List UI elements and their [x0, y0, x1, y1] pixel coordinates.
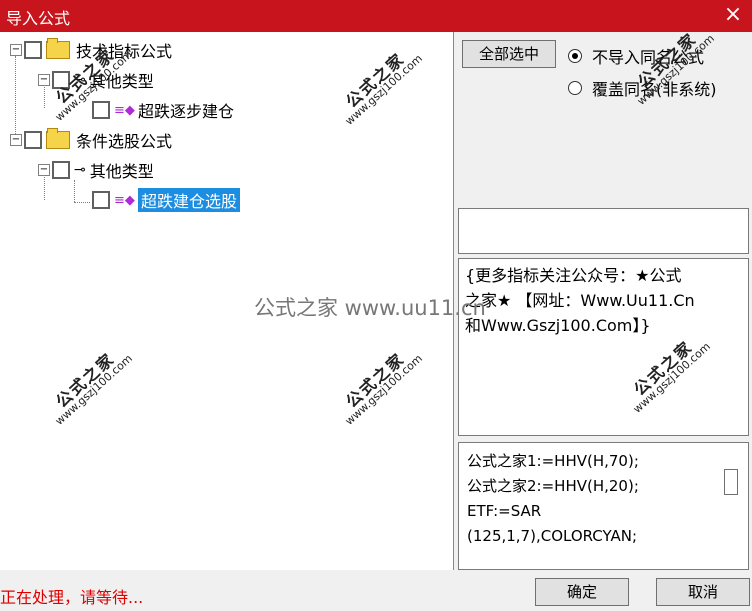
folder-icon: [46, 128, 70, 149]
cancel-button[interactable]: 取消: [656, 578, 750, 606]
tree-connector: [74, 180, 75, 202]
scrollbar-thumb[interactable]: [724, 469, 738, 495]
window-title: 导入公式: [6, 9, 71, 28]
empty-panel: [458, 208, 749, 254]
radio-label: 不导入同名公式: [592, 48, 705, 67]
radio-unselected-icon[interactable]: [568, 81, 582, 95]
tree-node-label: 其他类型: [89, 162, 154, 181]
collapse-icon[interactable]: −: [38, 74, 50, 86]
code-line: (125,1,7),COLORCYAN;: [467, 527, 638, 545]
code-line: ETF:=SAR: [467, 502, 542, 520]
tree-node-technical-indicators[interactable]: − 技术指标公式: [10, 38, 172, 62]
radio-no-import[interactable]: 不导入同名公式: [568, 44, 704, 68]
tree-connector: [74, 202, 90, 203]
checkbox[interactable]: [52, 71, 70, 89]
watermark: 公式之家 www.gszj100.com: [342, 349, 425, 428]
tree-node-label: 条件选股公式: [76, 132, 173, 151]
collapse-icon[interactable]: −: [10, 44, 22, 56]
checkbox[interactable]: [52, 161, 70, 179]
tree-node-stock-selection[interactable]: − 条件选股公式: [10, 128, 172, 152]
tree-node-other-types[interactable]: − ⊸ 其他类型: [38, 68, 154, 92]
status-text: 正在处理，请等待...: [0, 588, 144, 607]
formula-gem-icon: ≡◆: [114, 192, 135, 208]
collapse-icon[interactable]: −: [10, 134, 22, 146]
tree-node-label-selected: 超跌建仓选股: [138, 188, 241, 212]
tree-node-label: 超跌逐步建仓: [138, 102, 235, 121]
close-icon[interactable]: ×: [720, 2, 746, 28]
collapse-icon[interactable]: −: [38, 164, 50, 176]
checkbox[interactable]: [24, 131, 42, 149]
key-icon: ⊸: [74, 162, 86, 178]
description-line: {更多指标关注公众号：★公式: [465, 266, 682, 285]
ok-button[interactable]: 确定: [535, 578, 629, 606]
code-line: 公式之家1:=HHV(H,70);: [467, 452, 639, 470]
description-panel[interactable]: {更多指标关注公众号：★公式 之家★ 【网址：Www.Uu11.Cn 和Www.…: [458, 258, 749, 436]
description-line: 之家★ 【网址：Www.Uu11.Cn: [465, 291, 695, 310]
tree-node-label: 技术指标公式: [76, 42, 173, 61]
tree-leaf-chaodie-xuangu[interactable]: ≡◆ 超跌建仓选股: [92, 188, 241, 212]
radio-selected-icon[interactable]: [568, 49, 582, 63]
watermark: 公式之家 www.gszj100.com: [52, 349, 135, 428]
formula-gem-icon: ≡◆: [114, 102, 135, 118]
checkbox[interactable]: [92, 101, 110, 119]
code-panel[interactable]: 公式之家1:=HHV(H,70); 公式之家2:=HHV(H,20); ETF:…: [458, 442, 749, 570]
center-watermark: 公式之家 www.uu11.cn: [254, 296, 486, 320]
description-line: 和Www.Gszj100.Com】}: [465, 316, 651, 335]
tree-leaf-chaodie-zhubu[interactable]: ≡◆ 超跌逐步建仓: [92, 98, 234, 122]
radio-label: 覆盖同名(非系统): [592, 80, 717, 99]
title-bar: 导入公式 ×: [0, 0, 752, 32]
folder-icon: [46, 38, 70, 59]
tree-node-label: 其他类型: [89, 72, 154, 91]
checkbox[interactable]: [92, 191, 110, 209]
checkbox[interactable]: [24, 41, 42, 59]
code-line: 公式之家2:=HHV(H,20);: [467, 477, 639, 495]
radio-overwrite[interactable]: 覆盖同名(非系统): [568, 76, 717, 100]
key-icon: ⊸: [74, 72, 86, 88]
tree-node-other-types[interactable]: − ⊸ 其他类型: [38, 158, 154, 182]
select-all-button[interactable]: 全部选中: [462, 40, 556, 68]
watermark: 公式之家 www.gszj100.com: [342, 49, 425, 128]
